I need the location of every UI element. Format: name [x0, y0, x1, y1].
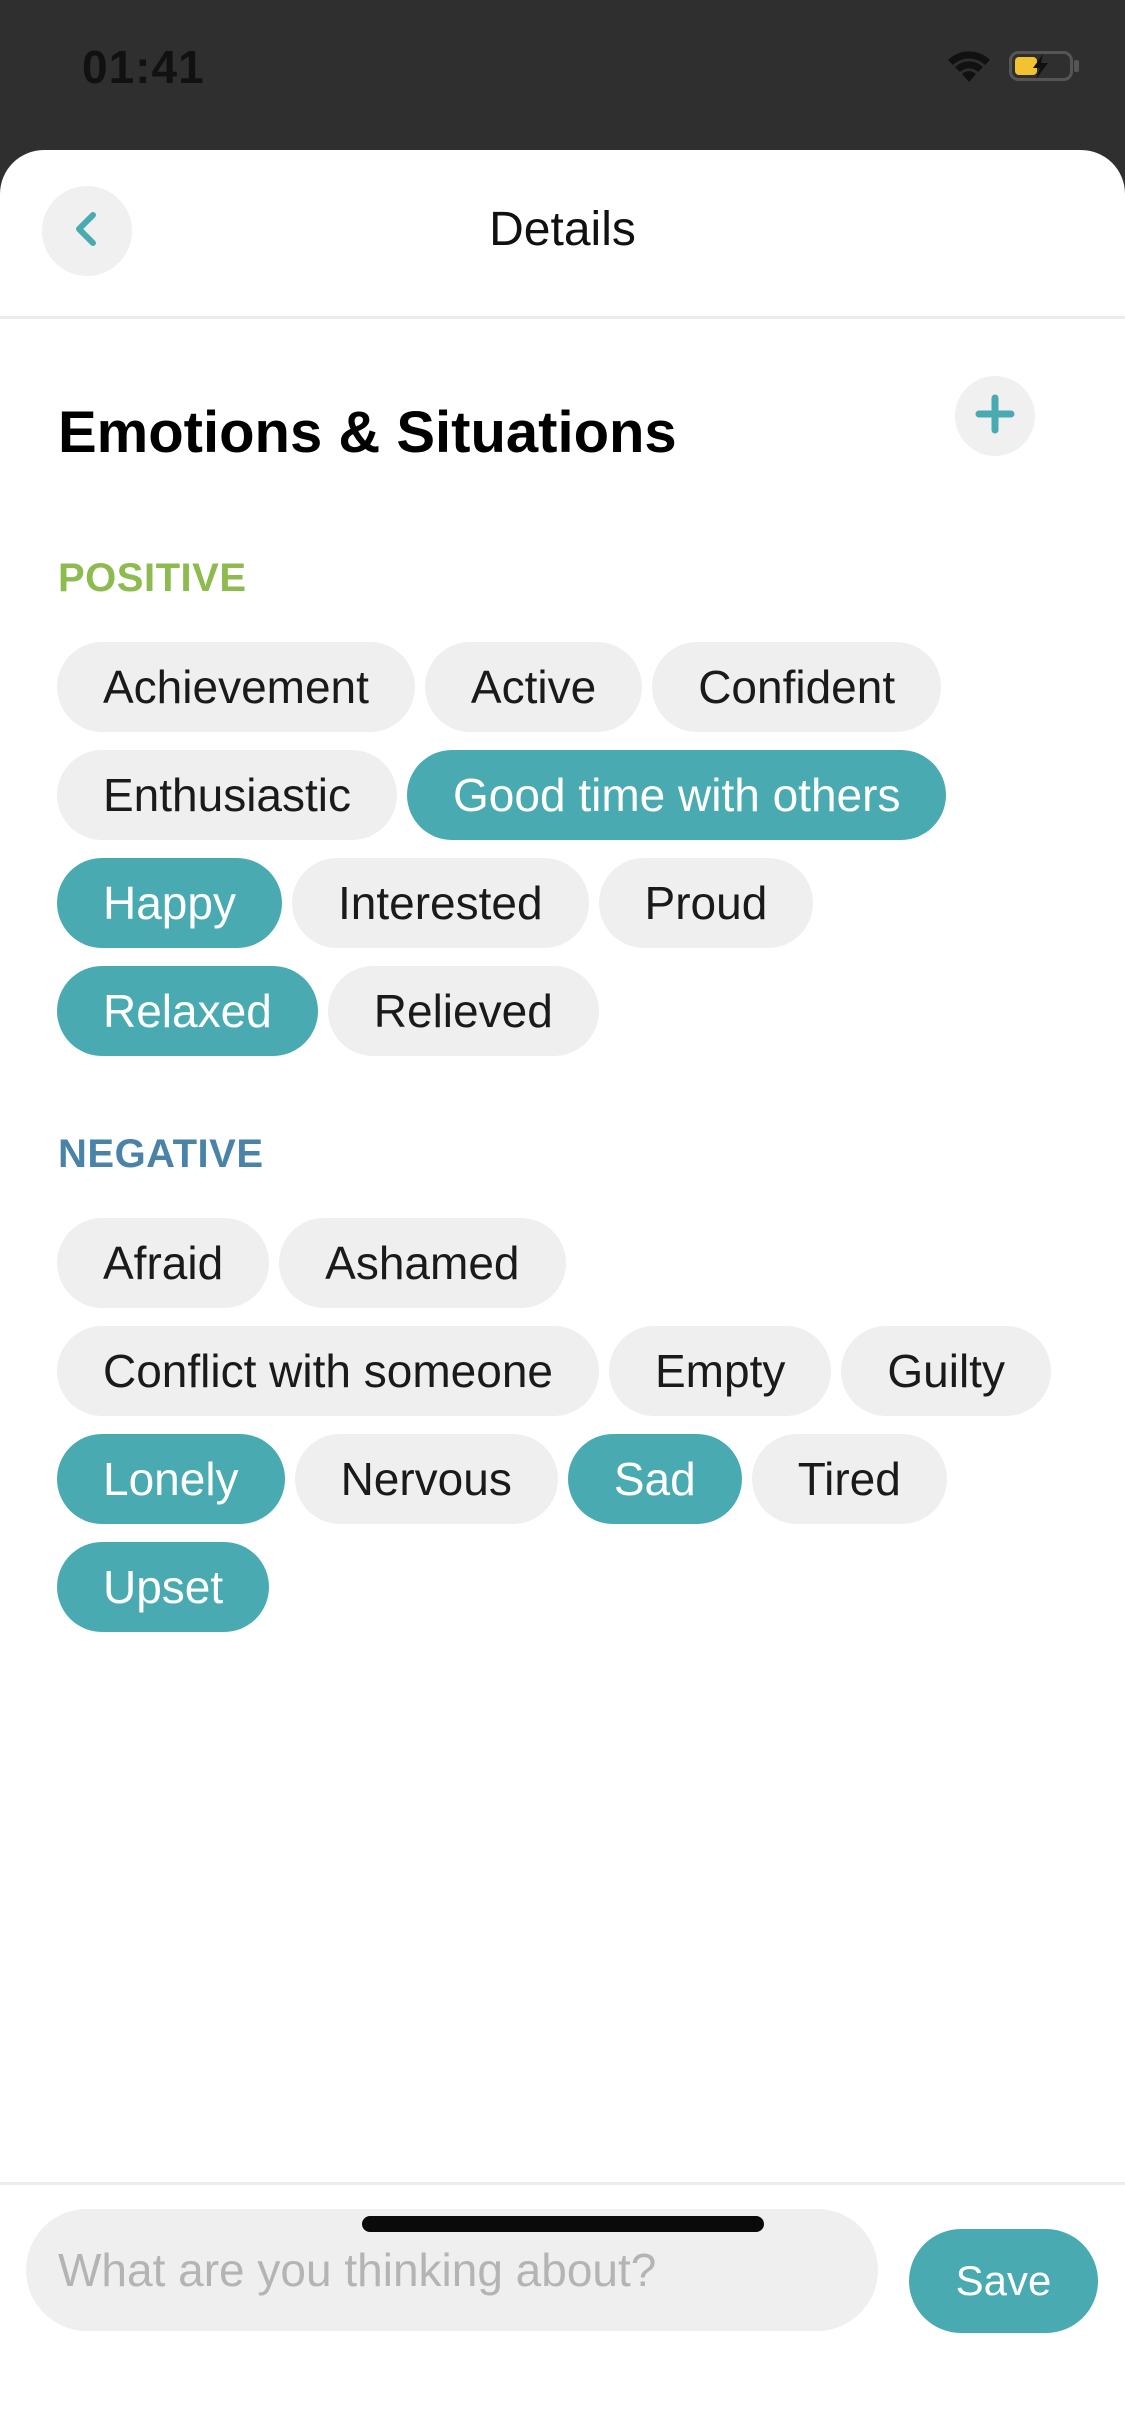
status-bar: 01:41	[0, 0, 1125, 150]
section-title: Emotions & Situations	[58, 400, 677, 465]
chip-relieved[interactable]: Relieved	[327, 966, 599, 1056]
negative-label: NEGATIVE	[58, 1132, 264, 1176]
status-icons	[947, 48, 1081, 89]
negative-chip-list: Afraid Ashamed Conflict with someone Empty G…	[57, 1218, 1067, 1632]
chip-proud[interactable]: Proud	[598, 858, 814, 948]
chip-lonely[interactable]: Lonely	[57, 1434, 285, 1524]
chip-upset[interactable]: Upset	[57, 1542, 270, 1632]
positive-label: POSITIVE	[58, 556, 247, 600]
battery-charging-icon	[1009, 48, 1081, 89]
chip-sad[interactable]: Sad	[567, 1434, 742, 1524]
chip-enthusiastic[interactable]: Enthusiastic	[57, 750, 398, 840]
chip-guilty[interactable]: Guilty	[841, 1326, 1051, 1416]
wifi-icon	[947, 48, 991, 89]
chip-happy[interactable]: Happy	[57, 858, 282, 948]
chip-empty[interactable]: Empty	[608, 1326, 832, 1416]
add-button[interactable]	[955, 376, 1035, 456]
save-button[interactable]: Save	[909, 2229, 1098, 2333]
chip-relaxed[interactable]: Relaxed	[57, 966, 318, 1056]
chip-interested[interactable]: Interested	[291, 858, 589, 948]
page-title: Details	[489, 203, 636, 256]
home-indicator	[362, 2216, 764, 2232]
chip-confident[interactable]: Confident	[652, 642, 942, 732]
status-time: 01:41	[82, 41, 205, 93]
chip-conflict-with-someone[interactable]: Conflict with someone	[57, 1326, 599, 1416]
plus-icon	[973, 392, 1017, 441]
navigation-bar: Details	[0, 150, 1125, 319]
chip-nervous[interactable]: Nervous	[294, 1434, 558, 1524]
chip-good-time-with-others[interactable]: Good time with others	[407, 750, 947, 840]
positive-chip-list: Achievement Active Confident Enthusiastic Go…	[57, 642, 1067, 1056]
chip-achievement[interactable]: Achievement	[57, 642, 415, 732]
chip-afraid[interactable]: Afraid	[57, 1218, 270, 1308]
chip-tired[interactable]: Tired	[751, 1434, 947, 1524]
chip-active[interactable]: Active	[424, 642, 643, 732]
chip-ashamed[interactable]: Ashamed	[279, 1218, 566, 1308]
app-screen: 01:41 Details Emotions & Situations POSI…	[0, 0, 1125, 2436]
